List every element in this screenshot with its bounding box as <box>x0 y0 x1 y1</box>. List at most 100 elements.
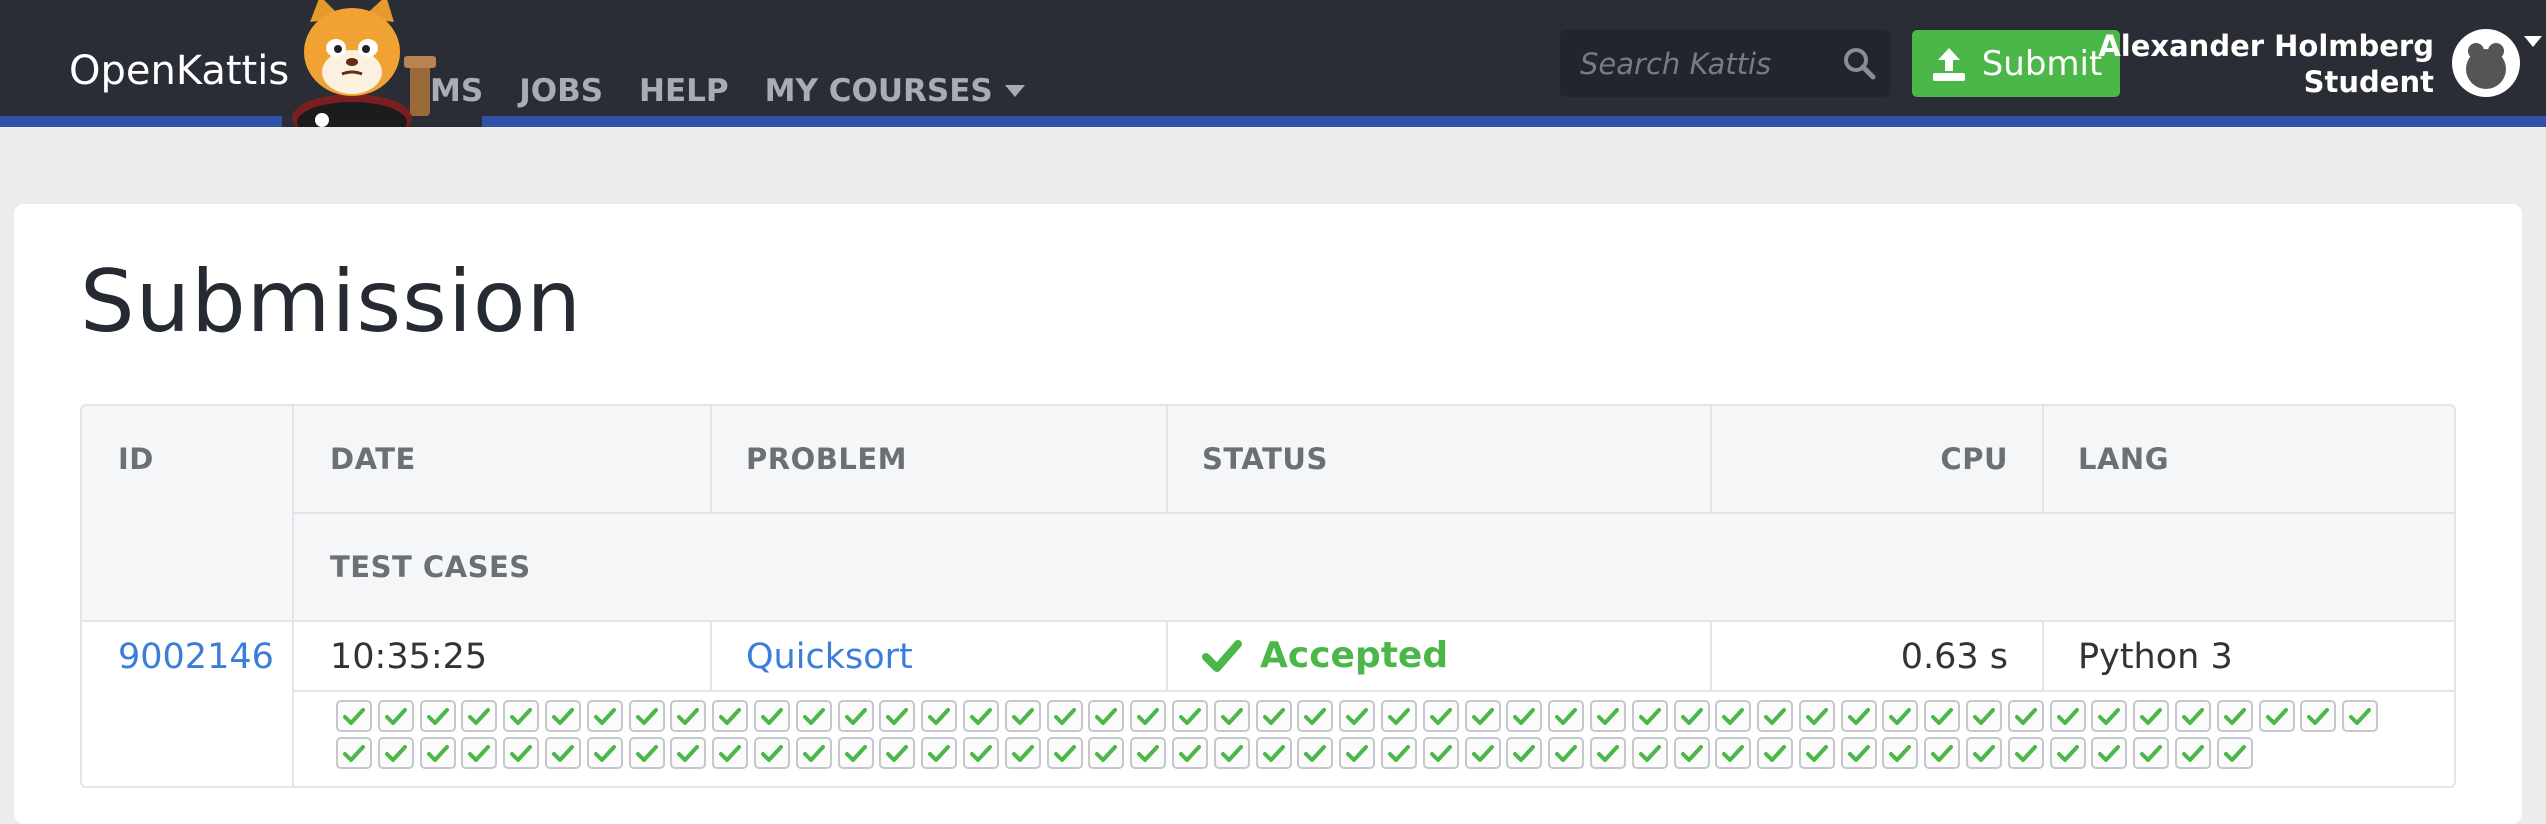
test-case-passed[interactable] <box>1088 737 1125 769</box>
test-case-passed[interactable] <box>962 700 999 732</box>
test-case-passed[interactable] <box>2133 737 2170 769</box>
test-case-passed[interactable] <box>628 700 665 732</box>
test-case-passed[interactable] <box>1798 700 1835 732</box>
test-case-passed[interactable] <box>2049 737 2086 769</box>
test-case-passed[interactable] <box>1757 700 1794 732</box>
test-case-passed[interactable] <box>1339 700 1376 732</box>
test-case-passed[interactable] <box>336 737 372 769</box>
test-case-passed[interactable] <box>336 700 372 732</box>
test-case-passed[interactable] <box>586 700 623 732</box>
test-case-passed[interactable] <box>795 737 832 769</box>
test-case-passed[interactable] <box>1255 700 1292 732</box>
test-case-passed[interactable] <box>544 737 581 769</box>
test-case-passed[interactable] <box>1631 700 1668 732</box>
test-case-passed[interactable] <box>1422 700 1459 732</box>
test-case-passed[interactable] <box>670 737 707 769</box>
test-case-passed[interactable] <box>2091 700 2128 732</box>
submission-id-link[interactable]: 9002146 <box>118 637 274 677</box>
test-case-passed[interactable] <box>461 700 498 732</box>
test-case-passed[interactable] <box>586 737 623 769</box>
test-case-passed[interactable] <box>377 700 414 732</box>
test-case-passed[interactable] <box>837 737 874 769</box>
test-case-passed[interactable] <box>1882 700 1919 732</box>
test-case-passed[interactable] <box>1213 737 1250 769</box>
test-case-passed[interactable] <box>1757 737 1794 769</box>
test-case-passed[interactable] <box>1255 737 1292 769</box>
test-case-passed[interactable] <box>1464 700 1501 732</box>
test-case-passed[interactable] <box>753 700 790 732</box>
test-case-passed[interactable] <box>1213 700 1250 732</box>
test-case-passed[interactable] <box>2300 700 2337 732</box>
test-case-passed[interactable] <box>837 700 874 732</box>
test-case-passed[interactable] <box>1673 700 1710 732</box>
test-case-passed[interactable] <box>2091 737 2128 769</box>
test-case-passed[interactable] <box>1715 700 1752 732</box>
test-case-passed[interactable] <box>1130 737 1167 769</box>
test-case-passed[interactable] <box>712 737 749 769</box>
test-case-passed[interactable] <box>1589 700 1626 732</box>
test-case-passed[interactable] <box>2216 737 2253 769</box>
test-case-passed[interactable] <box>1171 737 1208 769</box>
test-case-passed[interactable] <box>2007 700 2044 732</box>
test-case-passed[interactable] <box>879 700 916 732</box>
test-case-passed[interactable] <box>879 737 916 769</box>
test-case-passed[interactable] <box>1380 700 1417 732</box>
test-case-passed[interactable] <box>1840 737 1877 769</box>
test-case-passed[interactable] <box>1297 700 1334 732</box>
test-case-passed[interactable] <box>1631 737 1668 769</box>
test-case-passed[interactable] <box>962 737 999 769</box>
nav-link-help[interactable]: HELP <box>639 73 729 109</box>
test-case-passed[interactable] <box>503 700 540 732</box>
avatar[interactable] <box>2452 29 2520 97</box>
test-case-passed[interactable] <box>1966 737 2003 769</box>
test-case-passed[interactable] <box>1673 737 1710 769</box>
test-case-passed[interactable] <box>2175 737 2212 769</box>
test-case-passed[interactable] <box>1548 700 1585 732</box>
test-case-passed[interactable] <box>1004 737 1041 769</box>
test-case-passed[interactable] <box>753 737 790 769</box>
test-case-passed[interactable] <box>1088 700 1125 732</box>
test-case-passed[interactable] <box>670 700 707 732</box>
test-case-passed[interactable] <box>921 737 958 769</box>
test-case-passed[interactable] <box>795 700 832 732</box>
test-case-passed[interactable] <box>377 737 414 769</box>
test-case-passed[interactable] <box>2175 700 2212 732</box>
test-case-passed[interactable] <box>1422 737 1459 769</box>
user-menu-caret-icon[interactable] <box>2524 36 2542 47</box>
test-case-passed[interactable] <box>712 700 749 732</box>
test-case-passed[interactable] <box>503 737 540 769</box>
nav-link-problems[interactable]: MS <box>430 73 483 109</box>
test-case-passed[interactable] <box>2007 737 2044 769</box>
test-case-passed[interactable] <box>2258 700 2295 732</box>
test-case-passed[interactable] <box>1046 737 1083 769</box>
nav-link-jobs[interactable]: JOBS <box>519 73 603 109</box>
search-icon[interactable] <box>1842 46 1876 80</box>
test-case-passed[interactable] <box>2049 700 2086 732</box>
test-case-passed[interactable] <box>1924 700 1961 732</box>
nav-link-my-courses[interactable]: MY COURSES <box>765 73 1025 109</box>
test-case-passed[interactable] <box>1506 700 1543 732</box>
test-case-passed[interactable] <box>2342 700 2379 732</box>
test-case-passed[interactable] <box>1924 737 1961 769</box>
test-case-passed[interactable] <box>1548 737 1585 769</box>
test-case-passed[interactable] <box>921 700 958 732</box>
test-case-passed[interactable] <box>1506 737 1543 769</box>
test-case-passed[interactable] <box>419 700 456 732</box>
test-case-passed[interactable] <box>1171 700 1208 732</box>
test-case-passed[interactable] <box>1339 737 1376 769</box>
test-case-passed[interactable] <box>1046 700 1083 732</box>
test-case-passed[interactable] <box>1380 737 1417 769</box>
search-input[interactable] <box>1578 42 1832 86</box>
submit-button[interactable]: Submit <box>1912 30 2120 97</box>
test-case-passed[interactable] <box>1882 737 1919 769</box>
test-case-passed[interactable] <box>1966 700 2003 732</box>
test-case-passed[interactable] <box>1297 737 1334 769</box>
problem-link[interactable]: Quicksort <box>746 637 913 677</box>
test-case-passed[interactable] <box>1589 737 1626 769</box>
test-case-passed[interactable] <box>628 737 665 769</box>
test-case-passed[interactable] <box>1464 737 1501 769</box>
test-case-passed[interactable] <box>1130 700 1167 732</box>
test-case-passed[interactable] <box>2216 700 2253 732</box>
brand-logo-text[interactable]: OpenKattis <box>69 48 289 94</box>
test-case-passed[interactable] <box>1715 737 1752 769</box>
